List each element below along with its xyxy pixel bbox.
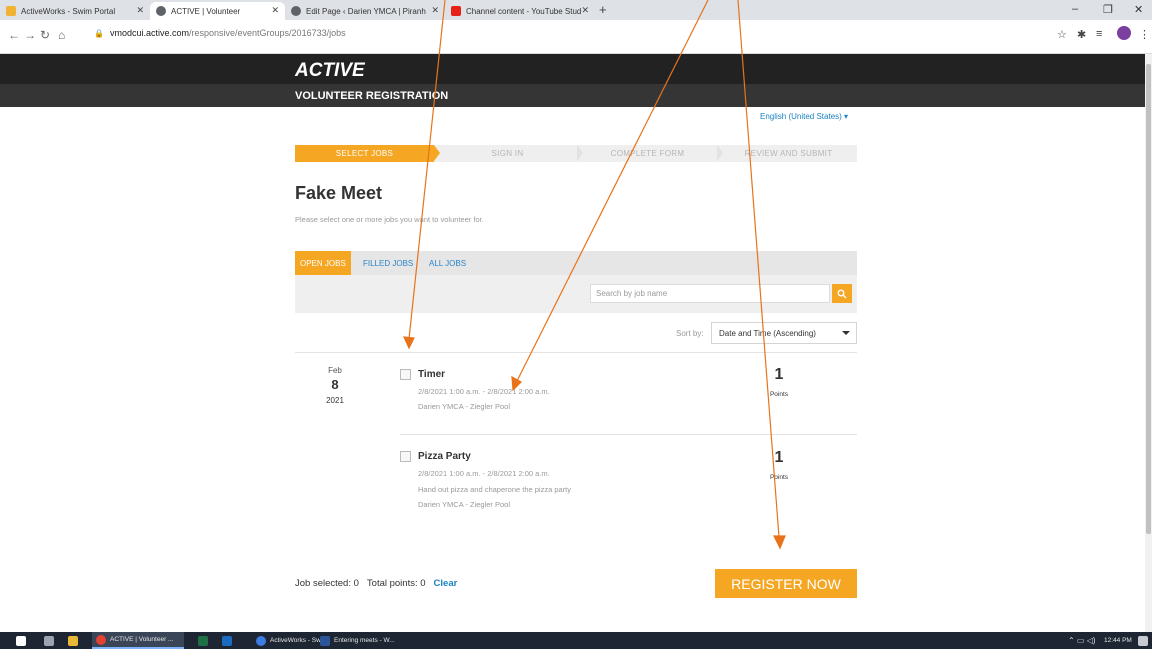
clock[interactable]: 12:44 PM (1104, 632, 1132, 649)
activeworks-icon (6, 6, 16, 16)
globe-icon (291, 6, 301, 16)
chrome-icon (96, 634, 106, 645)
excel-icon (198, 635, 208, 646)
extensions-icon[interactable]: ✱ (1077, 28, 1086, 41)
bookmark-star-icon[interactable]: ☆ (1057, 28, 1067, 41)
home-icon[interactable]: ⌂ (58, 28, 65, 42)
job-points-value: 1 (774, 449, 784, 466)
job-checkbox-pizza-party[interactable] (400, 451, 411, 462)
tab-filled-jobs[interactable]: FILLED JOBS (363, 251, 413, 275)
browser-tab-volunteer[interactable]: ACTIVE | Volunteer ✕ (150, 2, 285, 20)
forward-icon[interactable]: → (24, 28, 36, 42)
job-points-label: Points (769, 474, 789, 481)
job-location: Darien YMCA - Ziegler Pool (418, 402, 510, 411)
step-select-jobs: SELECT JOBS (295, 145, 434, 162)
progress-steps: SELECT JOBS SIGN IN COMPLETE FORM REVIEW… (295, 145, 857, 162)
job-selected-count: Job selected: 0 (295, 578, 359, 589)
sort-select[interactable]: Date and Time (Ascending) (711, 322, 857, 344)
browser-tab-strip: ActiveWorks - Swim Portal ✕ ACTIVE | Vol… (0, 0, 1152, 20)
section-title: VOLUNTEER REGISTRATION (295, 90, 449, 102)
taskbar-item-volunteer[interactable]: ACTIVE | Volunteer ... (92, 632, 184, 649)
sort-label: Sort by: (676, 329, 704, 338)
profile-avatar[interactable] (1117, 26, 1131, 40)
task-view-button[interactable] (44, 632, 58, 649)
chevron-down-icon (842, 331, 850, 335)
job-location: Darien YMCA - Ziegler Pool (418, 500, 510, 509)
job-checkbox-timer[interactable] (400, 369, 411, 380)
active-logo[interactable]: ACTIVE (295, 60, 365, 82)
page-instructions: Please select one or more jobs you want … (295, 215, 484, 224)
job-search-input[interactable]: Search by job name (590, 284, 830, 303)
maximize-icon[interactable]: ❐ (1103, 3, 1113, 16)
job-description: Hand out pizza and chaperone the pizza p… (418, 485, 572, 494)
brand-bar: ACTIVE (0, 54, 1145, 84)
scrollbar-thumb[interactable] (1146, 64, 1151, 534)
step-sign-in: SIGN IN (491, 149, 524, 158)
close-icon[interactable]: ✕ (431, 5, 439, 16)
taskbar-outlook-button[interactable] (222, 632, 236, 649)
job-name: Pizza Party (418, 451, 471, 462)
reload-icon[interactable]: ↻ (40, 28, 50, 42)
minimize-icon[interactable]: – (1072, 3, 1078, 15)
page-title: Fake Meet (295, 183, 383, 203)
step-review-submit: REVIEW AND SUBMIT (744, 149, 833, 158)
close-icon[interactable]: ✕ (136, 5, 144, 16)
address-bar: ← → ↻ ⌂ 🔒 vmodcui.active.com/responsive/e… (0, 20, 1152, 54)
job-points-value: 1 (774, 366, 784, 383)
search-button[interactable] (832, 284, 852, 303)
reading-list-icon[interactable]: ≡ (1096, 28, 1102, 40)
youtube-icon (451, 6, 461, 16)
date-day: 8 (331, 377, 339, 392)
lock-icon: 🔒 (94, 29, 104, 38)
browser-menu-icon[interactable]: ⋮ (1139, 28, 1150, 41)
globe-icon (156, 6, 166, 16)
annotation-arrowhead (403, 336, 415, 350)
os-taskbar: ACTIVE | Volunteer ... ActiveWorks - Swi… (0, 632, 1152, 649)
edge-icon (256, 635, 266, 646)
search-icon (837, 289, 847, 299)
word-icon (320, 635, 330, 646)
close-icon[interactable]: ✕ (271, 5, 279, 16)
tab-all-jobs[interactable]: ALL JOBS (429, 251, 466, 275)
date-month: Feb (328, 366, 342, 375)
taskbar-item-word[interactable]: Entering meets - W... (320, 632, 395, 649)
task-view-icon (44, 635, 54, 646)
notifications-button[interactable] (1138, 632, 1152, 649)
date-year: 2021 (326, 396, 344, 405)
new-tab-button[interactable]: + (599, 2, 607, 17)
outlook-icon (222, 635, 232, 646)
selection-summary: Job selected: 0 Total points: 0 Clear (295, 578, 457, 589)
system-tray[interactable]: ⌃ ▭ ◁) (1068, 632, 1096, 649)
url-field[interactable]: 🔒 vmodcui.active.com/responsive/eventGrou… (94, 28, 346, 38)
taskbar-excel-button[interactable] (198, 632, 212, 649)
folder-icon (68, 635, 78, 646)
job-name: Timer (418, 369, 446, 380)
start-button[interactable] (16, 632, 30, 649)
notification-icon (1138, 635, 1148, 646)
job-time: 2/8/2021 1:00 a.m. - 2/8/2021 2:00 a.m. (418, 469, 550, 478)
windows-logo-icon (16, 635, 26, 646)
browser-tab-activeworks[interactable]: ActiveWorks - Swim Portal ✕ (0, 2, 150, 20)
window-close-icon[interactable]: ✕ (1134, 3, 1143, 16)
browser-tab-youtube[interactable]: Channel content - YouTube Stud ✕ (445, 2, 595, 20)
job-filter-tabs: OPEN JOBS FILLED JOBS ALL JOBS (295, 251, 857, 275)
job-time: 2/8/2021 1:00 a.m. - 2/8/2021 2:00 a.m. (418, 387, 550, 396)
annotation-arrowhead (773, 535, 786, 550)
total-points: Total points: 0 (366, 578, 426, 589)
step-complete-form: COMPLETE FORM (610, 149, 685, 158)
close-icon[interactable]: ✕ (581, 5, 589, 16)
back-icon[interactable]: ← (8, 28, 20, 42)
taskbar-item-activeworks[interactable]: ActiveWorks - Swi... (256, 632, 328, 649)
register-now-button[interactable]: REGISTER NOW (715, 569, 857, 598)
tray-icons: ⌃ ▭ ◁) (1068, 636, 1096, 645)
clear-link[interactable]: Clear (434, 578, 458, 589)
divider (295, 352, 857, 353)
language-selector[interactable]: English (United States) ▾ (760, 112, 848, 121)
section-bar: VOLUNTEER REGISTRATION (0, 84, 1145, 107)
file-explorer-button[interactable] (68, 632, 82, 649)
job-points-label: Points (769, 391, 789, 398)
tab-open-jobs[interactable]: OPEN JOBS (295, 251, 351, 275)
browser-tab-edit-page[interactable]: Edit Page ‹ Darien YMCA | Piranh ✕ (285, 2, 445, 20)
divider (400, 434, 857, 435)
